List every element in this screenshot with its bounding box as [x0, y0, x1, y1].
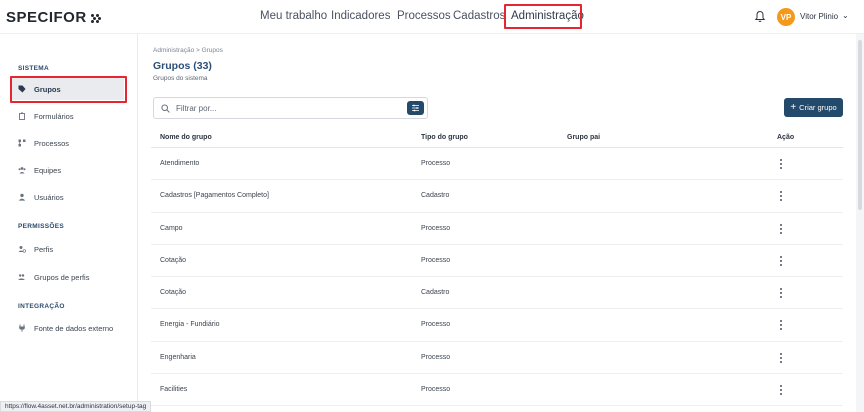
table-row[interactable]: Atendimento Processo: [151, 148, 843, 181]
cell-type: Processo: [421, 224, 451, 232]
sidebar-item-processos[interactable]: Processos: [12, 132, 124, 154]
table-row[interactable]: Engenharia Processo: [151, 342, 843, 375]
table-row[interactable]: Cadastros [Pagamentos Completo] Cadastro: [151, 180, 843, 213]
main-content: Administração > Grupos Grupos (33) Grupo…: [139, 34, 855, 412]
search-icon: [161, 104, 170, 113]
more-options-icon[interactable]: [775, 254, 787, 268]
filter-button[interactable]: [407, 101, 424, 115]
col-nome-do-grupo[interactable]: Nome do grupo: [160, 134, 212, 141]
cell-type: Processo: [421, 256, 451, 264]
chevron-down-icon[interactable]: ⌄: [842, 11, 849, 20]
more-options-icon[interactable]: [775, 189, 787, 203]
section-permissoes: PERMISSÕES: [18, 223, 64, 230]
user-name[interactable]: Vitor Plinio: [800, 12, 838, 21]
section-integracao: INTEGRAÇÃO: [18, 303, 65, 310]
more-options-icon[interactable]: [775, 351, 787, 365]
sidebar-item-label: Perfis: [34, 244, 54, 254]
sidebar-item-fonte-de-dados-externo[interactable]: Fonte de dados externo: [12, 317, 124, 339]
logo-mark-icon: [89, 13, 103, 23]
nav-processos[interactable]: Processos: [397, 10, 451, 22]
plus-icon: +: [790, 101, 797, 113]
sidebar-item-equipes[interactable]: Equipes: [12, 159, 124, 181]
col-grupo-pai[interactable]: Grupo pai: [567, 134, 600, 141]
col-tipo-do-grupo[interactable]: Tipo do grupo: [421, 134, 468, 141]
page-title: Grupos (33): [153, 60, 212, 72]
logo-text: SPECIFOR: [6, 9, 87, 26]
highlight-box-grupos: [10, 76, 127, 103]
profile-group-icon: [18, 273, 26, 281]
cell-type: Processo: [421, 321, 451, 329]
plug-icon: [18, 324, 26, 332]
sidebar-item-perfis[interactable]: Perfis: [12, 238, 124, 260]
sidebar-item-label: Grupos de perfis: [34, 272, 90, 282]
profile-icon: [18, 245, 26, 253]
cell-name: Atendimento: [160, 160, 200, 167]
cell-type: Processo: [421, 353, 451, 361]
sidebar-item-usuarios[interactable]: Usuários: [12, 186, 124, 208]
more-options-icon[interactable]: [775, 286, 787, 300]
nav-cadastros[interactable]: Cadastros: [453, 10, 505, 22]
create-group-button[interactable]: + Criar grupo: [784, 98, 843, 117]
sidebar-item-grupos-de-perfis[interactable]: Grupos de perfis: [12, 266, 124, 288]
sliders-icon: [412, 104, 419, 112]
cell-type: Cadastro: [421, 192, 450, 200]
cell-type: Processo: [421, 386, 451, 394]
col-acao: Ação: [777, 134, 795, 141]
sidebar-item-formularios[interactable]: Formulários: [12, 105, 124, 127]
sidebar: SISTEMA Grupos Formulários Processos Equ…: [0, 34, 138, 412]
more-options-icon[interactable]: [775, 318, 787, 332]
sidebar-item-label: Equipes: [34, 165, 62, 175]
more-options-icon[interactable]: [775, 157, 787, 171]
sidebar-item-label: Processos: [34, 138, 70, 148]
table-row[interactable]: Energia - Fundiário Processo: [151, 309, 843, 342]
bell-icon[interactable]: [754, 10, 766, 23]
flow-icon: [18, 139, 26, 147]
breadcrumb[interactable]: Administração > Grupos: [153, 47, 223, 54]
cell-name: Energia - Fundiário: [160, 321, 220, 329]
section-sistema: SISTEMA: [18, 65, 49, 72]
table-row[interactable]: Campo Processo: [151, 213, 843, 245]
table-row[interactable]: Cotação Cadastro: [151, 277, 843, 310]
scrollbar-thumb[interactable]: [858, 40, 862, 210]
create-group-label: Criar grupo: [799, 103, 837, 112]
sidebar-item-label: Usuários: [34, 192, 64, 202]
search-input[interactable]: [176, 102, 396, 115]
table-header: Nome do grupo Tipo do grupo Grupo pai Aç…: [151, 128, 843, 148]
top-bar: SPECIFOR Meu trabalho Indicadores Proces…: [0, 0, 864, 34]
groups-table: Nome do grupo Tipo do grupo Grupo pai Aç…: [151, 128, 843, 407]
cell-name: Facilities: [160, 386, 188, 394]
highlight-box-administracao: [504, 4, 582, 29]
avatar[interactable]: VP: [777, 8, 795, 26]
cell-name: Cotação: [160, 256, 187, 264]
page-subtitle: Grupos do sistema: [153, 75, 208, 82]
table-row[interactable]: Cotação Processo: [151, 245, 843, 278]
cell-name: Cadastros [Pagamentos Completo]: [160, 192, 269, 200]
sidebar-item-label: Formulários: [34, 111, 74, 121]
nav-indicadores[interactable]: Indicadores: [331, 10, 390, 22]
search-box: [153, 97, 428, 119]
sidebar-item-label: Fonte de dados externo: [34, 323, 114, 333]
logo[interactable]: SPECIFOR: [6, 9, 103, 26]
status-bar-url: https://flow.4asset.net.br/administratio…: [0, 401, 152, 412]
table-row[interactable]: Facilities Processo: [151, 374, 843, 407]
cell-name: Engenharia: [160, 353, 196, 361]
more-options-icon[interactable]: [775, 222, 787, 236]
cell-name: Cotação: [160, 289, 187, 297]
user-icon: [18, 193, 26, 201]
more-options-icon[interactable]: [775, 383, 787, 397]
nav-meu-trabalho[interactable]: Meu trabalho: [260, 10, 327, 22]
cell-type: Cadastro: [421, 289, 450, 297]
vertical-scrollbar[interactable]: [856, 34, 864, 412]
clipboard-icon: [18, 112, 26, 120]
app-window: SPECIFOR Meu trabalho Indicadores Proces…: [0, 0, 864, 412]
cell-name: Campo: [160, 224, 183, 232]
team-icon: [18, 166, 26, 174]
cell-type: Processo: [421, 160, 451, 167]
